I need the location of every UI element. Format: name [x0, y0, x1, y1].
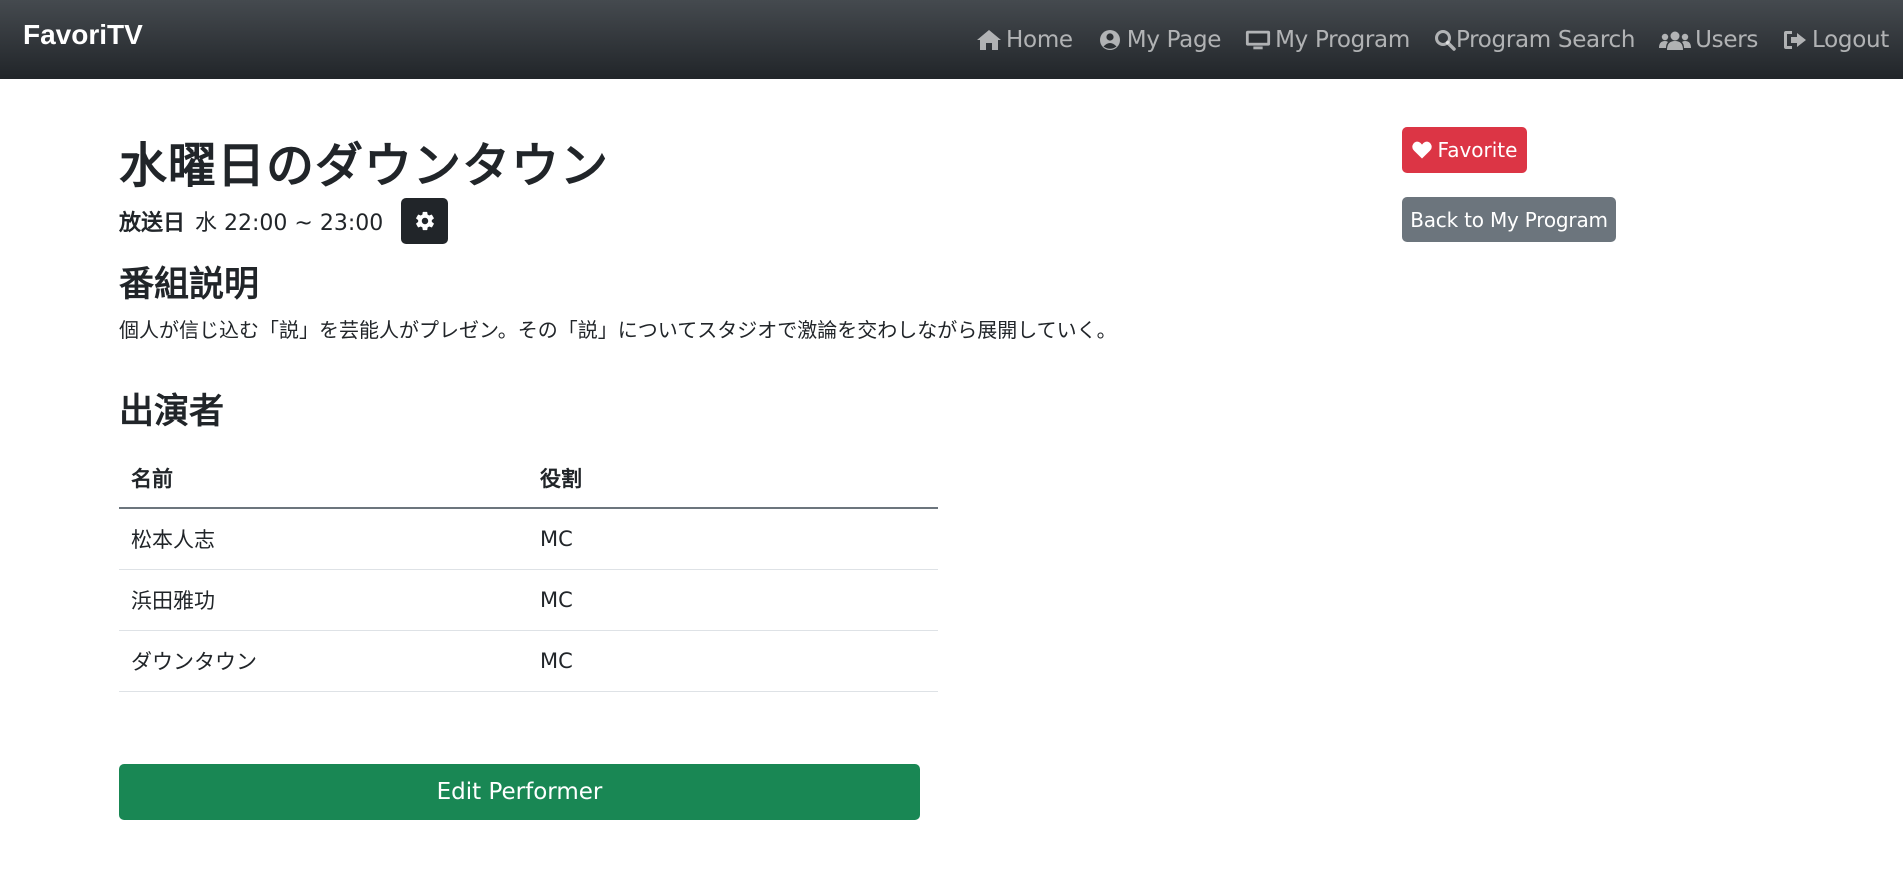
heart-icon — [1411, 141, 1438, 159]
settings-button[interactable] — [401, 198, 449, 244]
description-heading: 番組説明 — [119, 265, 260, 305]
nav-item-my-program[interactable]: My Program — [1245, 27, 1410, 53]
performer-role: MC — [528, 508, 938, 570]
user-circle-icon — [1097, 28, 1123, 52]
program-description: 個人が信じ込む「説」を芸能人がプレゼン。その「説」についてスタジオで激論を交わし… — [119, 318, 1117, 342]
column-header-role: 役割 — [528, 449, 938, 509]
nav-item-home[interactable]: Home — [976, 27, 1073, 53]
table-row: 松本人志 MC — [119, 508, 938, 570]
performers-heading: 出演者 — [119, 392, 225, 432]
home-icon — [976, 28, 1002, 52]
nav-item-logout[interactable]: Logout — [1782, 27, 1889, 53]
nav-item-program-search[interactable]: Program Search — [1434, 27, 1635, 53]
broadcast-label: 放送日 — [119, 211, 186, 236]
performer-name: 浜田雅功 — [119, 569, 528, 631]
nav-item-label: My Page — [1126, 26, 1222, 53]
broadcast-info: 放送日 水 22:00 ~ 23:00 — [119, 197, 449, 245]
nav-item-label: My Program — [1275, 26, 1410, 53]
nav-item-label: Logout — [1812, 26, 1889, 53]
performer-role: MC — [528, 569, 938, 631]
nav-item-label: Users — [1695, 26, 1759, 53]
favorite-button[interactable]: Favorite — [1402, 127, 1527, 173]
column-header-name: 名前 — [119, 449, 528, 509]
performer-name: 松本人志 — [119, 508, 528, 570]
brand-logo[interactable]: FavoriTV — [23, 19, 143, 51]
table-row: ダウンタウン MC — [119, 630, 938, 692]
search-icon — [1434, 28, 1456, 52]
performer-role: MC — [528, 630, 938, 692]
table-row: 浜田雅功 MC — [119, 569, 938, 631]
nav-item-users[interactable]: Users — [1659, 27, 1758, 53]
nav-item-label: Home — [1006, 26, 1073, 53]
favorite-label: Favorite — [1437, 138, 1518, 162]
edit-performer-button[interactable]: Edit Performer — [119, 764, 920, 820]
nav-menu: Home My Page My Program Program Search U… — [952, 0, 1889, 79]
gear-icon — [414, 210, 436, 232]
table-header-row: 名前 役割 — [119, 449, 938, 509]
nav-item-label: Program Search — [1455, 26, 1636, 53]
logout-icon — [1782, 28, 1808, 52]
broadcast-value: 水 22:00 ~ 23:00 — [195, 211, 384, 236]
nav-item-my-page[interactable]: My Page — [1097, 27, 1221, 53]
performer-name: ダウンタウン — [119, 630, 528, 692]
users-icon — [1659, 28, 1692, 52]
program-title: 水曜日のダウンタウン — [119, 138, 610, 194]
top-navbar: FavoriTV Home My Page My Program Program… — [0, 0, 1903, 79]
tv-icon — [1245, 28, 1271, 52]
performers-table: 名前 役割 松本人志 MC 浜田雅功 MC ダウンタウン MC — [119, 449, 938, 692]
back-to-my-program-button[interactable]: Back to My Program — [1402, 197, 1616, 242]
